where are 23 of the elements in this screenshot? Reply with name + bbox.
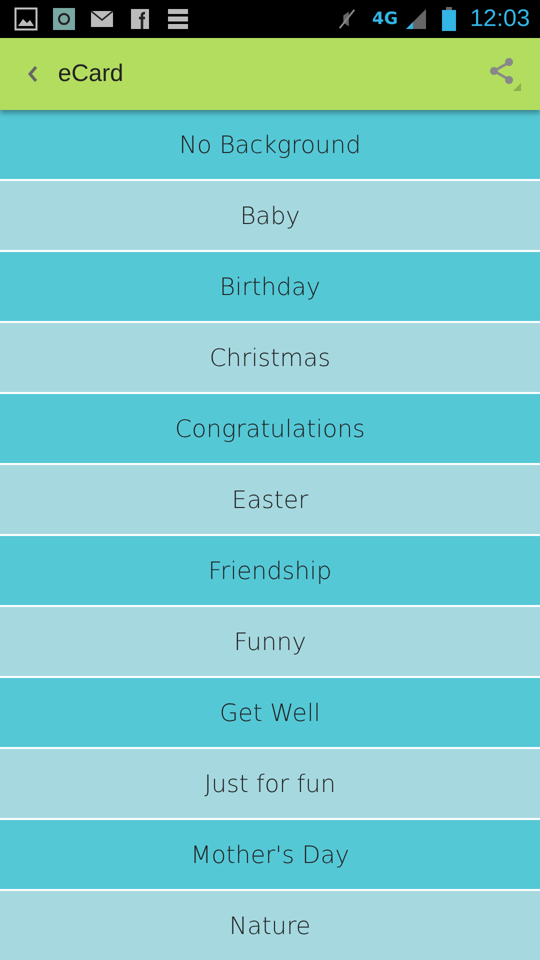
category-item[interactable]: Friendship [0, 536, 540, 605]
category-item[interactable]: Birthday [0, 252, 540, 321]
category-item[interactable]: Get Well [0, 678, 540, 747]
category-item[interactable]: Christmas [0, 323, 540, 392]
app-title: eCard [58, 60, 124, 88]
chevron-left-icon [28, 66, 38, 82]
back-button[interactable]: eCard [24, 56, 128, 92]
signal-icon [404, 7, 428, 31]
category-item[interactable]: Mother's Day [0, 820, 540, 889]
battery-icon [442, 7, 456, 31]
facebook-icon [128, 7, 152, 31]
share-icon [488, 57, 522, 91]
network-type: 4G [372, 9, 398, 29]
category-item[interactable]: Nature [0, 891, 540, 960]
clock-time: 12:03 [470, 5, 530, 33]
category-item[interactable]: Funny [0, 607, 540, 676]
category-item[interactable]: Easter [0, 465, 540, 534]
picture-icon [14, 7, 38, 31]
list-icon [166, 7, 190, 31]
category-item[interactable]: Baby [0, 181, 540, 250]
category-item[interactable]: Congratulations [0, 394, 540, 463]
category-item[interactable]: Just for fun [0, 749, 540, 818]
category-item[interactable]: No Background [0, 110, 540, 179]
